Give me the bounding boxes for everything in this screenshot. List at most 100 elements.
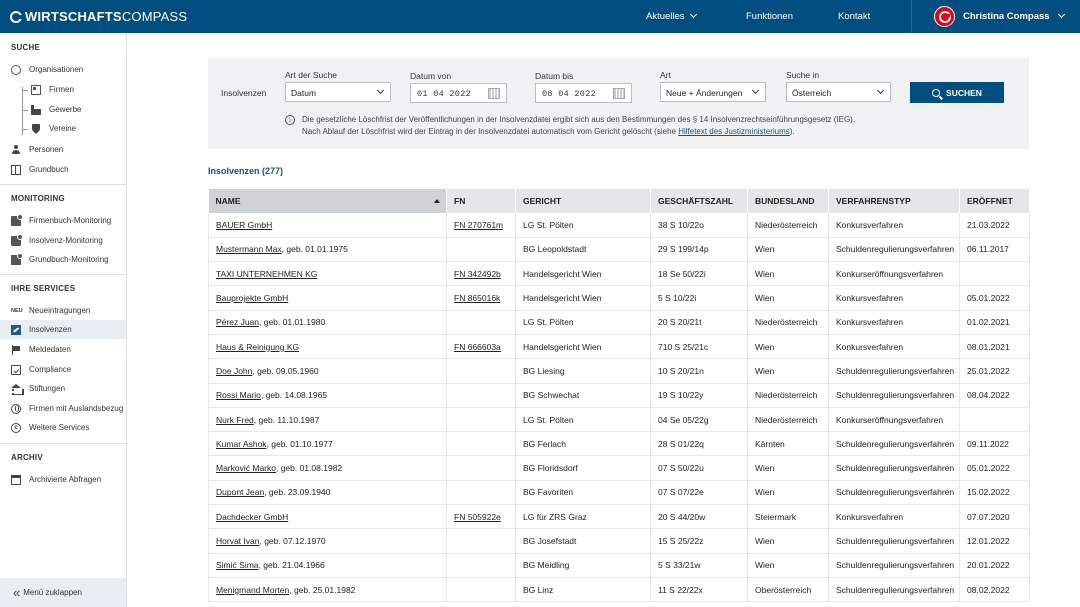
nav-funktionen[interactable]: Funktionen bbox=[746, 11, 793, 22]
cell-name: Dupont Jean, geb. 23.09.1940 bbox=[208, 480, 447, 506]
sidebar-item-stiftungen[interactable]: Stiftungen bbox=[0, 379, 126, 398]
person-icon bbox=[11, 144, 21, 155]
cell-eroeffnet: 09.11.2022 bbox=[959, 431, 1030, 457]
sidebar-item-personen[interactable]: Personen bbox=[0, 140, 126, 159]
sidebar-item-label: Meldedaten bbox=[29, 345, 71, 354]
table-row[interactable]: Dachdecker GmbH FN 505922e LG für ZRS Graz… bbox=[208, 504, 1030, 530]
sidebar-item-compliance[interactable]: Compliance bbox=[0, 360, 126, 379]
sidebar-item-weitere-services[interactable]: c Weitere Services bbox=[0, 418, 126, 437]
monitor-bell-icon bbox=[11, 252, 23, 265]
cell-fn bbox=[446, 358, 516, 384]
sidebar-item-organisationen[interactable]: Organisationen bbox=[0, 60, 126, 79]
table-row[interactable]: Menigmand Morten, geb. 25.01.1982 BG Linz… bbox=[208, 577, 1030, 603]
cell-bundesland: Wien bbox=[747, 480, 829, 506]
table-row[interactable]: Bauprojekte GmbH FN 865016k Handelsgericht… bbox=[208, 285, 1030, 311]
entity-name-link[interactable]: Mustermann Max bbox=[216, 244, 282, 254]
entity-name-link[interactable]: BAUER GmbH bbox=[216, 220, 272, 230]
sidebar-item-grundbuch[interactable]: Grundbuch bbox=[0, 160, 126, 179]
cell-name: Bauprojekte GmbH bbox=[208, 285, 447, 311]
entity-name-link[interactable]: TAXI UNTERNEHMEN KG bbox=[216, 269, 317, 279]
justice-ministry-help-link[interactable]: Hilfetext des Justizministeriums bbox=[678, 127, 790, 136]
table-row[interactable]: Dupont Jean, geb. 23.09.1940 BG Favoriten… bbox=[208, 480, 1030, 506]
calendar-icon[interactable] bbox=[488, 88, 500, 99]
sidebar-item-grundbuch-monitoring[interactable]: Grundbuch-Monitoring bbox=[0, 250, 126, 269]
sidebar-item-label: Compliance bbox=[29, 365, 72, 374]
art-select[interactable]: Neue + Änderungen bbox=[660, 82, 766, 102]
entity-name-link[interactable]: Pérez Juan bbox=[216, 317, 259, 327]
fn-link[interactable]: FN 505922e bbox=[454, 512, 501, 522]
entity-name-link[interactable]: Dupont Jean bbox=[216, 487, 264, 497]
table-row[interactable]: Haus & Reinigung KG FN 666603a Handelsgeri… bbox=[208, 334, 1030, 360]
fn-link[interactable]: FN 666603a bbox=[454, 342, 501, 352]
nav-aktuelles-label: Aktuelles bbox=[646, 11, 685, 22]
fn-link[interactable]: FN 270761m bbox=[454, 220, 503, 230]
birth-date: , geb. 14.08.1965 bbox=[260, 390, 328, 401]
table-row[interactable]: Mustermann Max, geb. 01.01.1975 BG Leopol… bbox=[208, 237, 1030, 263]
column-header-fn[interactable]: FN bbox=[446, 189, 516, 213]
sidebar-item-neueintragungen[interactable]: NEU Neueintragungen bbox=[0, 301, 126, 320]
table-row[interactable]: Horvat Ivan, geb. 07.12.1970 BG Josefstad… bbox=[208, 528, 1030, 554]
entity-name-link[interactable]: Haus & Reinigung KG bbox=[216, 342, 299, 352]
art-der-suche-select[interactable]: Datum bbox=[285, 82, 391, 102]
table-row[interactable]: Simić Sima, geb. 21.04.1966 BG Meidling 5 … bbox=[208, 553, 1030, 578]
chevron-down-icon bbox=[751, 86, 760, 95]
table-row[interactable]: Rossi Mario, geb. 14.08.1965 BG Schwechat… bbox=[208, 383, 1030, 408]
collapse-menu-button[interactable]: « Menü zuklappen bbox=[0, 578, 126, 607]
entity-name-link[interactable]: Dachdecker GmbH bbox=[216, 512, 288, 522]
entity-name-link[interactable]: Simić Sima bbox=[216, 560, 259, 570]
entity-name-link[interactable]: Doe John bbox=[216, 366, 252, 376]
cell-fn bbox=[446, 383, 516, 408]
sidebar-item-insolvenz-monitoring[interactable]: Insolvenz-Monitoring bbox=[0, 231, 126, 250]
suche-in-select[interactable]: Österreich bbox=[786, 82, 891, 102]
cell-geschaeftszahl: 07 S 50/22u bbox=[650, 455, 748, 481]
sidebar-item-firmen[interactable]: Firmen bbox=[0, 80, 126, 99]
entity-name-link[interactable]: Kumar Ashok bbox=[216, 439, 267, 449]
cell-gericht: BG Favoriten bbox=[515, 480, 651, 506]
entity-name-link[interactable]: Marković Marko bbox=[216, 463, 276, 473]
sidebar-item-vereine[interactable]: Vereine bbox=[0, 119, 126, 138]
fn-link[interactable]: FN 865016k bbox=[454, 293, 500, 303]
calendar-icon[interactable] bbox=[613, 88, 625, 99]
column-header-verfahrenstyp[interactable]: VERFAHRENSTYP bbox=[828, 189, 960, 213]
column-header-gericht[interactable]: GERICHT bbox=[515, 189, 651, 213]
table-row[interactable]: Kumar Ashok, geb. 01.10.1977 BG Ferlach 28… bbox=[208, 431, 1030, 457]
cell-name: Mustermann Max, geb. 01.01.1975 bbox=[208, 237, 447, 263]
column-header-eroeffnet[interactable]: ERÖFFNET bbox=[959, 189, 1030, 213]
entity-name-link[interactable]: Rossi Mario bbox=[216, 390, 261, 400]
column-header-name[interactable]: NAME bbox=[208, 189, 447, 213]
search-button[interactable]: SUCHEN bbox=[910, 82, 1004, 103]
cell-verfahrenstyp: Schuldenregulierungsverfahren bbox=[828, 237, 960, 263]
sidebar-item-meldedaten[interactable]: Meldedaten bbox=[0, 340, 126, 359]
entity-name-link[interactable]: Horvat Ivan bbox=[216, 536, 259, 546]
table-row[interactable]: TAXI UNTERNEHMEN KG FN 342492b Handelsgeri… bbox=[208, 261, 1030, 287]
table-row[interactable]: Marković Marko, geb. 01.08.1982 BG Florid… bbox=[208, 455, 1030, 481]
top-bar: WIRTSCHAFTS COMPASS Aktuelles Funktionen … bbox=[0, 0, 1080, 33]
fn-link[interactable]: FN 342492b bbox=[454, 269, 501, 279]
sidebar-item-archivierte-abfragen[interactable]: Archivierte Abfragen bbox=[0, 470, 126, 489]
sidebar-item-gewerbe[interactable]: Gewerbe bbox=[0, 100, 126, 119]
entity-name-link[interactable]: Bauprojekte GmbH bbox=[216, 293, 288, 303]
sidebar-item-auslandsbezug[interactable]: Firmen mit Auslandsbezug bbox=[0, 399, 126, 418]
column-header-geschaeftszahl[interactable]: GESCHÄFTSZAHL bbox=[650, 189, 748, 213]
column-header-bundesland[interactable]: BUNDESLAND bbox=[747, 189, 829, 213]
nav-kontakt[interactable]: Kontakt bbox=[838, 11, 870, 22]
user-menu[interactable]: Christina Compass bbox=[911, 0, 1080, 33]
bank-icon bbox=[11, 383, 24, 395]
cell-geschaeftszahl: 5 S 10/22i bbox=[650, 285, 748, 311]
entity-name-link[interactable]: Nurk Fred bbox=[216, 415, 254, 425]
table-row[interactable]: Nurk Fred, geb. 11.10.1987 LG St. Pölten 0… bbox=[208, 407, 1030, 433]
datum-von-field[interactable]: 01 04 2022 bbox=[410, 83, 507, 103]
sidebar-item-firmenbuch-monitoring[interactable]: Firmenbuch-Monitoring bbox=[0, 211, 126, 230]
birth-date: , geb. 01.08.1982 bbox=[275, 463, 343, 474]
cell-bundesland: Niederösterreich bbox=[747, 407, 829, 433]
nav-aktuelles[interactable]: Aktuelles bbox=[646, 10, 697, 22]
datum-bis-field[interactable]: 08 04 2022 bbox=[535, 83, 632, 103]
table-row[interactable]: Doe John, geb. 09.05.1960 BG Liesing 10 S … bbox=[208, 358, 1030, 384]
sidebar-item-insolvenzen[interactable]: Insolvenzen bbox=[0, 320, 126, 339]
search-panel: Insolvenzen Art der Suche Datum Datum vo… bbox=[208, 58, 1029, 149]
table-row[interactable]: Pérez Juan, geb. 01.01.1980 LG St. Pölten… bbox=[208, 310, 1030, 335]
app-logo[interactable]: WIRTSCHAFTS COMPASS bbox=[10, 9, 187, 24]
table-row[interactable]: BAUER GmbH FN 270761m LG St. Pölten 38 S 10… bbox=[208, 213, 1030, 238]
entity-name-link[interactable]: Menigmand Morten bbox=[216, 585, 289, 595]
cell-gericht: LG St. Pölten bbox=[515, 213, 651, 238]
